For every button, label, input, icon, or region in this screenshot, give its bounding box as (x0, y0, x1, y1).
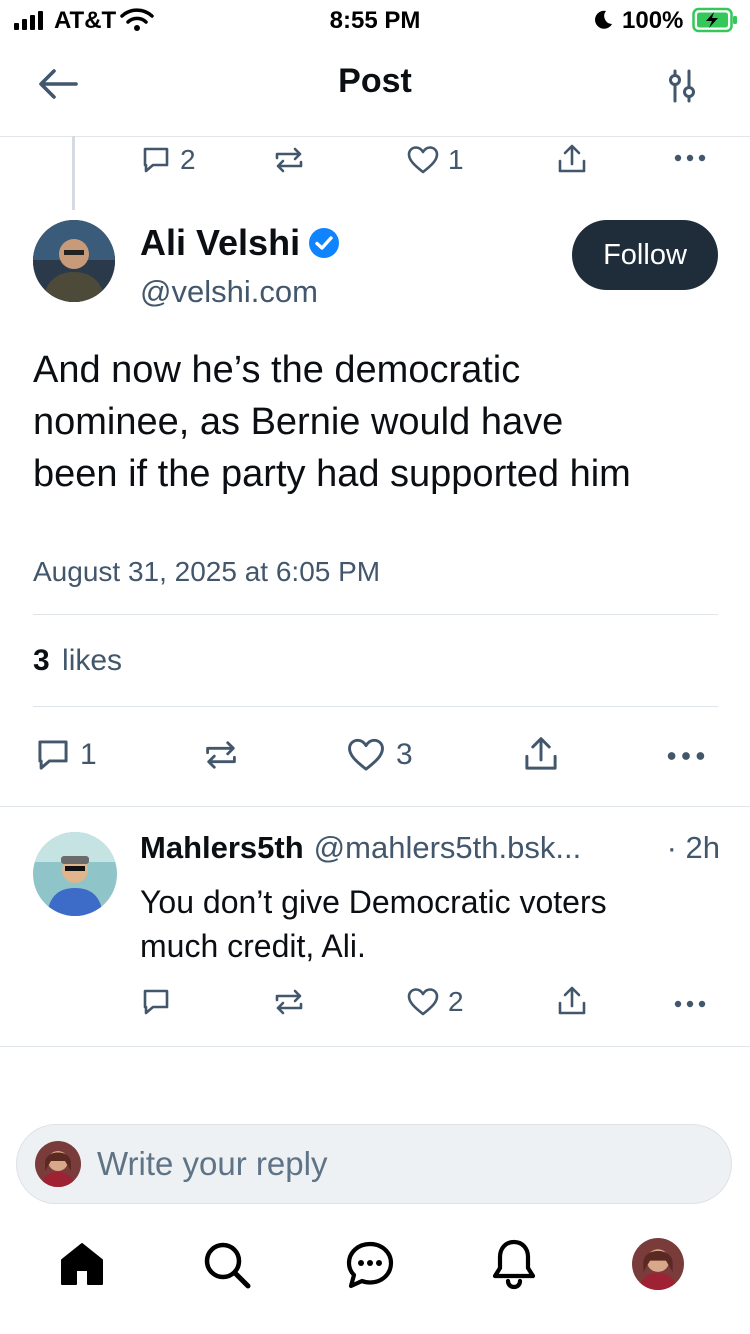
like-button[interactable]: 3 (346, 736, 413, 774)
more-button[interactable] (666, 749, 706, 767)
author-handle[interactable]: @velshi.com (140, 274, 318, 310)
follow-button[interactable]: Follow (572, 220, 718, 290)
more-button[interactable] (674, 150, 706, 168)
post-timestamp: August 31, 2025 at 6:05 PM (33, 556, 381, 587)
repost-icon (275, 147, 303, 173)
heart-icon (407, 988, 439, 1016)
reply-button[interactable]: 1 (34, 736, 97, 774)
post-text: And now he’s the democratic nominee, as … (33, 344, 733, 500)
divider (33, 614, 718, 615)
reply-text-line: much credit, Ali. (140, 928, 366, 964)
reply-placeholder: Write your reply (97, 1145, 328, 1182)
verified-badge-icon (309, 228, 340, 258)
bell-icon[interactable] (490, 1238, 538, 1290)
share-button[interactable] (556, 142, 588, 181)
more-icon (674, 154, 706, 162)
likes-count: 3 (33, 644, 50, 677)
search-icon[interactable] (202, 1240, 252, 1290)
reply-author-avatar[interactable] (33, 832, 117, 916)
divider (0, 806, 750, 807)
battery-percent: 100% (622, 7, 684, 34)
share-button[interactable] (556, 984, 588, 1023)
post-text-line: And now he’s the democratic (33, 349, 521, 391)
share-icon (558, 986, 586, 1015)
like-button[interactable]: 1 (406, 144, 464, 176)
repost-button[interactable] (272, 986, 306, 1023)
status-bar: AT&T 8:55 PM 100% (0, 0, 750, 40)
reply-header: Mahlers5th @mahlers5th.bsk... · 2h (140, 830, 720, 866)
more-icon (667, 752, 705, 760)
author-avatar[interactable] (33, 220, 115, 302)
post-actions: 1 3 (0, 730, 750, 780)
repost-button[interactable] (202, 736, 240, 779)
likes-label: likes (62, 644, 123, 677)
reply-button[interactable] (140, 986, 172, 1023)
post-text-line: nominee, as Bernie would have (33, 401, 564, 443)
repost-button[interactable] (272, 144, 306, 181)
reply-text: You don’t give Democratic voters much cr… (140, 880, 730, 968)
nav-header: Post (0, 40, 750, 137)
like-count: 2 (448, 986, 464, 1017)
reply-button[interactable]: 2 (140, 144, 196, 176)
reply-author-handle[interactable]: @mahlers5th.bsk... (314, 830, 582, 866)
repost-icon (275, 989, 303, 1015)
share-button[interactable] (522, 734, 560, 779)
more-icon (674, 1000, 706, 1008)
heart-icon (348, 738, 384, 771)
reply-count: 1 (80, 738, 97, 771)
profile-avatar[interactable] (632, 1238, 684, 1290)
battery-icon (692, 7, 740, 38)
tab-bar (0, 1230, 750, 1300)
divider (33, 706, 718, 707)
like-count: 1 (448, 144, 464, 175)
my-avatar (35, 1141, 81, 1187)
reply-text-line: You don’t give Democratic voters (140, 884, 607, 920)
share-icon (558, 144, 586, 173)
reply-time: · 2h (666, 830, 720, 865)
like-count: 3 (396, 738, 413, 771)
heart-icon (407, 146, 439, 174)
home-icon[interactable] (58, 1240, 106, 1288)
parent-actions: 2 1 (0, 136, 750, 182)
chat-icon[interactable] (345, 1240, 395, 1290)
post-text-line: been if the party had supported him (33, 453, 631, 495)
like-button[interactable]: 2 (406, 986, 464, 1018)
reply-author-name[interactable]: Mahlers5th (140, 830, 304, 866)
comment-icon (143, 989, 169, 1015)
author-name: Ali Velshi (140, 222, 301, 263)
repost-icon (206, 741, 236, 769)
comment-icon (38, 740, 68, 770)
page-title: Post (338, 62, 412, 100)
likes-summary[interactable]: 3 likes (33, 644, 122, 678)
reply-composer[interactable]: Write your reply (16, 1124, 732, 1204)
more-button[interactable] (674, 996, 706, 1014)
moon-icon (592, 9, 614, 36)
reply-actions: 2 (0, 980, 750, 1026)
reply-count: 2 (180, 144, 196, 175)
divider (0, 1046, 750, 1047)
share-icon (525, 737, 557, 770)
author-name-row[interactable]: Ali Velshi (140, 222, 340, 264)
comment-icon (143, 147, 169, 173)
sliders-icon[interactable] (664, 68, 700, 109)
